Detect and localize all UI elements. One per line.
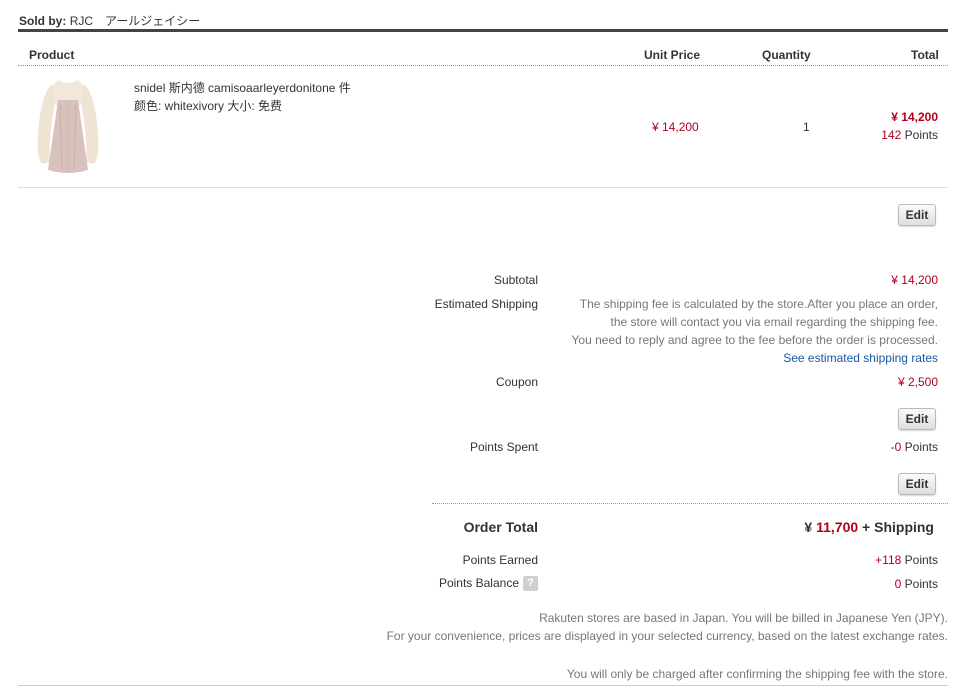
seller-divider — [18, 29, 948, 32]
line-points: 142 Points — [881, 128, 938, 142]
header-unit-price: Unit Price — [644, 48, 701, 62]
subtotal-value: ¥ 14,200 — [891, 273, 938, 287]
unit-price: ¥ 14,200 — [652, 120, 699, 134]
shipping-note-3: You need to reply and agree to the fee b… — [571, 333, 938, 347]
seller-name[interactable]: RJC アールジェイシー — [70, 14, 201, 28]
header-quantity: Quantity — [762, 48, 811, 62]
product-thumbnail[interactable] — [30, 76, 106, 176]
points-spent-value: -0 — [890, 440, 902, 454]
footer-divider — [18, 685, 948, 686]
footer-note-2: For your convenience, prices are display… — [386, 629, 948, 643]
quantity-value: 1 — [803, 120, 810, 134]
points-spent-label: Points Spent — [469, 440, 538, 454]
shipping-rates-link-wrap: See estimated shipping rates — [783, 351, 938, 365]
order-total-value: 11,700 — [816, 519, 859, 535]
header-divider — [18, 65, 948, 66]
shipping-rates-link[interactable]: See estimated shipping rates — [783, 351, 938, 365]
total-divider — [432, 503, 948, 504]
points-earned-unit: Points — [904, 553, 938, 567]
dress-image — [37, 80, 99, 173]
line-points-value: 142 — [881, 128, 902, 142]
order-total-currency: ¥ — [804, 519, 813, 535]
points-balance-value: 0 — [894, 577, 902, 591]
seller-line: Sold by: RJC アールジェイシー — [19, 12, 200, 29]
order-total-label: Order Total — [463, 519, 538, 535]
subtotal-label: Subtotal — [493, 273, 538, 287]
footer-note-3: You will only be charged after confirmin… — [566, 667, 948, 681]
points-balance-label: Points Balance — [438, 576, 519, 590]
shipping-note-2: the store will contact you via email reg… — [610, 315, 938, 329]
points-balance: 0 Points — [895, 577, 938, 591]
edit-cart-button[interactable]: Edit — [898, 204, 936, 226]
coupon-label: Coupon — [495, 375, 538, 389]
points-balance-unit: Points — [904, 577, 938, 591]
points-earned-label: Points Earned — [462, 553, 538, 567]
shipping-label: Estimated Shipping — [434, 297, 538, 311]
order-total-suffix: + Shipping — [862, 519, 934, 535]
edit-coupon-button[interactable]: Edit — [898, 408, 936, 430]
header-total: Total — [911, 48, 939, 62]
coupon-value: ¥ 2,500 — [897, 375, 938, 389]
product-options: 颜色: whitexivory 大小: 免费 — [134, 99, 283, 113]
points-spent-unit: Points — [904, 440, 938, 454]
order-total: ¥ 11,700 + Shipping — [804, 519, 934, 535]
points-earned-value: +118 — [875, 553, 902, 567]
points-earned: +118 Points — [875, 553, 938, 567]
product-title[interactable]: snidel 斯内德 camisoaarleyerdonitone 件 — [134, 79, 351, 96]
line-points-label: Points — [904, 128, 938, 142]
points-balance-row: Points Balance? — [438, 576, 538, 592]
help-icon[interactable]: ? — [523, 576, 538, 592]
seller-prefix: Sold by: — [19, 14, 67, 28]
points-spent: -0 Points — [891, 440, 938, 454]
line-total: ¥ 14,200 — [891, 110, 938, 124]
shipping-note-1: The shipping fee is calculated by the st… — [579, 297, 938, 311]
footer-note-1: Rakuten stores are based in Japan. You w… — [539, 611, 948, 625]
header-product: Product — [29, 48, 75, 62]
edit-points-button[interactable]: Edit — [898, 473, 936, 495]
product-divider — [18, 187, 948, 188]
